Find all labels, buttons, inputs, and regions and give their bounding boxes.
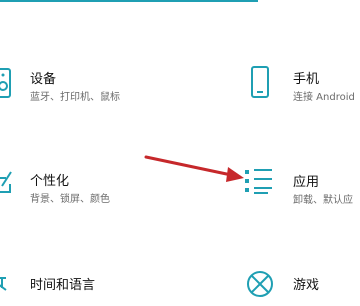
settings-tile-gaming[interactable]: 游戏 xyxy=(246,268,360,298)
devices-icon xyxy=(0,68,22,98)
settings-tile-time-language[interactable]: 时间和语言 xyxy=(0,270,170,300)
annotation-arrow xyxy=(144,155,244,182)
tile-title: 应用 xyxy=(293,175,320,190)
time-language-icon xyxy=(0,276,24,306)
personalization-icon xyxy=(0,170,24,200)
tile-subtitle: 卸载、默认应 xyxy=(293,195,353,206)
xbox-icon xyxy=(246,270,274,300)
settings-tile-phone[interactable]: 手机 连接 Android xyxy=(246,60,360,110)
tile-subtitle: 连接 Android xyxy=(293,92,355,103)
tile-title: 设备 xyxy=(30,72,57,87)
tile-title: 游戏 xyxy=(293,278,320,293)
settings-tile-devices[interactable]: 设备 蓝牙、打印机、鼠标 xyxy=(0,60,170,110)
tile-title: 时间和语言 xyxy=(30,278,96,293)
settings-tile-apps[interactable]: 应用 卸载、默认应 xyxy=(245,165,360,215)
search-box-underline xyxy=(0,0,258,2)
phone-icon xyxy=(250,66,278,98)
tile-subtitle: 蓝牙、打印机、鼠标 xyxy=(30,92,120,103)
tile-title: 个性化 xyxy=(30,174,70,189)
tile-subtitle: 背景、锁屏、颜色 xyxy=(30,194,110,205)
tile-title: 手机 xyxy=(293,72,320,87)
